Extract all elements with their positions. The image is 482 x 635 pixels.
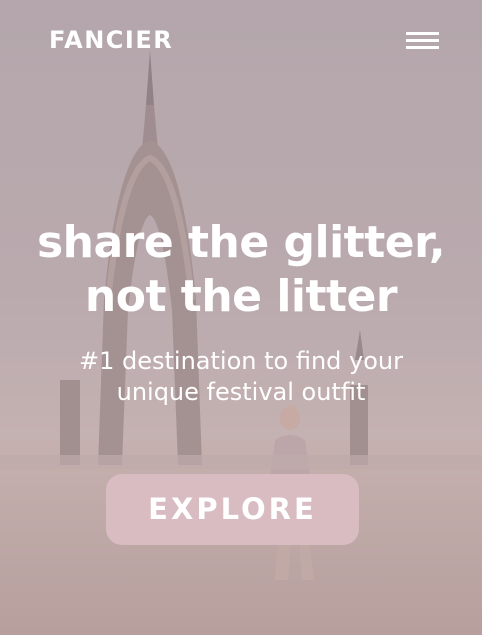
menu-bar-middle [406, 39, 439, 42]
hero-subheadline: #1 destination to find your unique festi… [0, 346, 482, 408]
subheadline-line-1: #1 destination to find your [79, 347, 403, 375]
hero-section: FANCIER share the glitter, not the litte… [0, 0, 482, 635]
explore-button[interactable]: EXPLORE [106, 474, 359, 545]
menu-bar-bottom [406, 46, 439, 49]
hamburger-menu-icon[interactable] [402, 27, 442, 53]
headline-line-2: not the litter [84, 271, 398, 322]
headline-line-1: share the glitter, [36, 217, 446, 268]
subheadline-line-2: unique festival outfit [116, 378, 366, 406]
brand-logo[interactable]: FANCIER [49, 26, 173, 54]
menu-bar-top [406, 32, 439, 35]
hero-headline: share the glitter, not the litter [0, 216, 482, 324]
